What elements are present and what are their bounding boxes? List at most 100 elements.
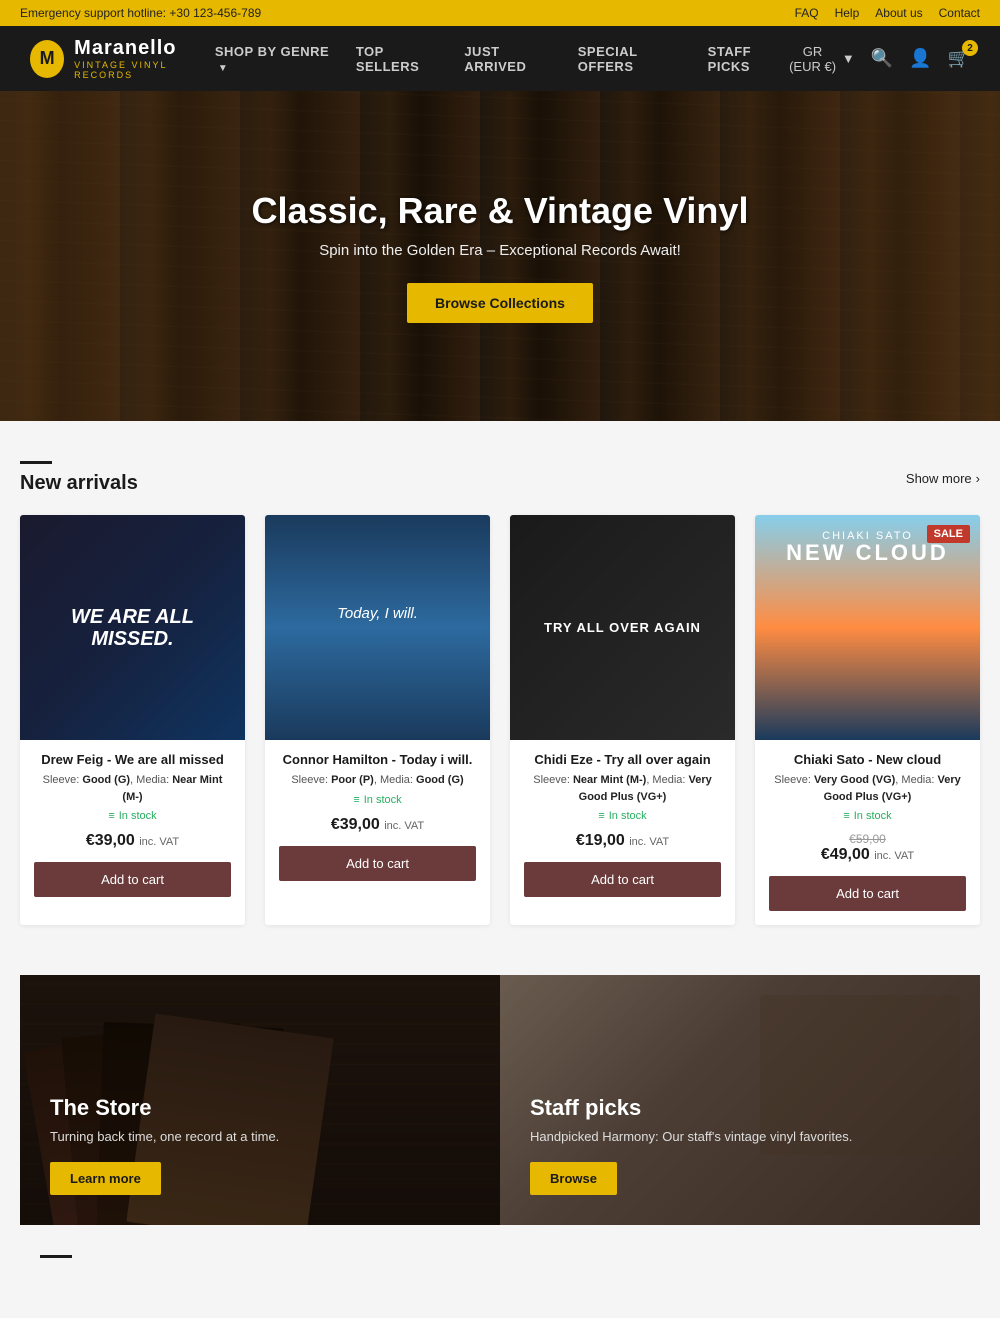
section-title: New arrivals (20, 472, 138, 495)
topbar-about[interactable]: About us (875, 6, 922, 20)
topbar: Emergency support hotline: +30 123-456-7… (0, 0, 1000, 26)
price-area: €39,00 inc. VAT (279, 816, 476, 834)
chevron-down-icon: ▼ (842, 51, 855, 66)
art-background-3: TRY ALL OVER AGAIN (510, 515, 735, 740)
nav-special-offers[interactable]: SPECIAL OFFERS (578, 44, 684, 74)
nav-just-arrived[interactable]: JUST ARRIVED (464, 44, 553, 74)
product-image: WE ARE ALL MISSED. (20, 515, 245, 740)
footer-spacer (20, 1258, 980, 1318)
product-card: TRY ALL OVER AGAIN Chidi Eze - Try all o… (510, 515, 735, 925)
list-icon: ≡ (598, 810, 604, 822)
price-current: €39,00 (86, 832, 135, 849)
price-vat: inc. VAT (874, 850, 914, 862)
in-stock-badge: ≡ In stock (524, 810, 721, 822)
product-info-4: Chiaki Sato - New cloud Sleeve: Very Goo… (755, 740, 980, 925)
staff-picks-subtitle: Handpicked Harmony: Our staff's vintage … (530, 1129, 950, 1144)
account-icon[interactable]: 👤 (909, 48, 931, 69)
header: M Maranello VINTAGE VINYL RECORDS SHOP B… (0, 26, 1000, 91)
logo-area: M Maranello VINTAGE VINYL RECORDS (30, 37, 215, 80)
browse-collections-button[interactable]: Browse Collections (407, 283, 593, 323)
price-old: €59,00 (769, 832, 966, 846)
product-name: Connor Hamilton - Today i will. (279, 752, 476, 767)
chevron-right-icon: › (976, 471, 980, 486)
product-name: Drew Feig - We are all missed (34, 752, 231, 767)
art-background-1: WE ARE ALL MISSED. (20, 515, 245, 740)
add-to-cart-button[interactable]: Add to cart (769, 876, 966, 911)
topbar-help[interactable]: Help (835, 6, 860, 20)
staff-picks-title: Staff picks (530, 1095, 950, 1121)
staff-picks-banner-content: Staff picks Handpicked Harmony: Our staf… (530, 1095, 950, 1195)
brand-name: Maranello (74, 37, 176, 59)
logo-text: Maranello VINTAGE VINYL RECORDS (74, 37, 215, 80)
price-area: €19,00 inc. VAT (524, 832, 721, 850)
search-icon[interactable]: 🔍 (871, 48, 893, 69)
hero-section: Classic, Rare & Vintage Vinyl Spin into … (0, 91, 1000, 421)
product-info-3: Chidi Eze - Try all over again Sleeve: N… (510, 740, 735, 911)
price-area: €59,00 €49,00 inc. VAT (769, 832, 966, 864)
in-stock-badge: ≡ In stock (34, 810, 231, 822)
dropdown-arrow-icon: ▼ (218, 63, 228, 74)
list-icon: ≡ (353, 794, 359, 806)
topbar-faq[interactable]: FAQ (795, 6, 819, 20)
cart-wrapper: 🛒 2 (948, 48, 970, 69)
nav-shop-genre[interactable]: SHOP BY GENRE ▼ (215, 44, 332, 74)
topbar-links: FAQ Help About us Contact (795, 6, 980, 20)
section-divider (20, 461, 52, 464)
nav-staff-picks[interactable]: STAFF PICKS (708, 44, 788, 74)
product-image: Today, I will. (265, 515, 490, 740)
price-vat: inc. VAT (139, 836, 179, 848)
album-art-4: CHIAKI SATO NEW CLOUD (755, 515, 980, 740)
price-vat: inc. VAT (384, 820, 424, 832)
album-art-1: WE ARE ALL MISSED. (20, 515, 245, 740)
product-image: SALE CHIAKI SATO NEW CLOUD (755, 515, 980, 740)
store-learn-more-button[interactable]: Learn more (50, 1162, 161, 1195)
art-background-4: CHIAKI SATO NEW CLOUD (755, 515, 980, 740)
main-content: New arrivals Show more › WE ARE ALL MISS… (0, 421, 1000, 1318)
product-card: WE ARE ALL MISSED. Drew Feig - We are al… (20, 515, 245, 925)
add-to-cart-button[interactable]: Add to cart (34, 862, 231, 897)
product-grid: WE ARE ALL MISSED. Drew Feig - We are al… (20, 515, 980, 925)
banner-section: The Store Turning back time, one record … (20, 975, 980, 1225)
staff-picks-browse-button[interactable]: Browse (530, 1162, 617, 1195)
price-current: €19,00 (576, 832, 625, 849)
topbar-contact[interactable]: Contact (939, 6, 980, 20)
product-meta: Sleeve: Near Mint (M-), Media: Very Good… (524, 772, 721, 805)
price-current: €49,00 (821, 846, 870, 863)
brand-sub: VINTAGE VINYL RECORDS (74, 60, 215, 80)
currency-selector[interactable]: GR (EUR €) ▼ (787, 44, 854, 74)
header-right: GR (EUR €) ▼ 🔍 👤 🛒 2 (787, 44, 970, 74)
show-more-link[interactable]: Show more › (906, 471, 980, 486)
store-banner-title: The Store (50, 1095, 470, 1121)
add-to-cart-button[interactable]: Add to cart (279, 846, 476, 881)
album-art-2: Today, I will. (265, 515, 490, 740)
list-icon: ≡ (108, 810, 114, 822)
new-arrivals-section: New arrivals Show more › WE ARE ALL MISS… (20, 421, 980, 955)
hero-title: Classic, Rare & Vintage Vinyl (252, 190, 749, 232)
in-stock-badge: ≡ In stock (769, 810, 966, 822)
store-banner-subtitle: Turning back time, one record at a time. (50, 1129, 470, 1144)
price-current: €39,00 (331, 816, 380, 833)
album-art-3: TRY ALL OVER AGAIN (510, 515, 735, 740)
price-vat: inc. VAT (629, 836, 669, 848)
product-card: Today, I will. Connor Hamilton - Today i… (265, 515, 490, 925)
in-stock-badge: ≡ In stock (279, 794, 476, 806)
product-card: SALE CHIAKI SATO NEW CLOUD Chiaki Sato -… (755, 515, 980, 925)
store-banner-content: The Store Turning back time, one record … (50, 1095, 470, 1195)
main-nav: SHOP BY GENRE ▼ TOP SELLERS JUST ARRIVED… (215, 44, 787, 74)
staff-picks-banner: Staff picks Handpicked Harmony: Our staf… (500, 975, 980, 1225)
product-info-1: Drew Feig - We are all missed Sleeve: Go… (20, 740, 245, 911)
nav-top-sellers[interactable]: TOP SELLERS (356, 44, 441, 74)
product-meta: Sleeve: Very Good (VG), Media: Very Good… (769, 772, 966, 805)
list-icon: ≡ (843, 810, 849, 822)
price-area: €39,00 inc. VAT (34, 832, 231, 850)
product-name: Chiaki Sato - New cloud (769, 752, 966, 767)
cart-badge: 2 (962, 40, 978, 56)
product-name: Chidi Eze - Try all over again (524, 752, 721, 767)
store-banner: The Store Turning back time, one record … (20, 975, 500, 1225)
add-to-cart-button[interactable]: Add to cart (524, 862, 721, 897)
sale-badge: SALE (927, 525, 970, 543)
product-image: TRY ALL OVER AGAIN (510, 515, 735, 740)
product-info-2: Connor Hamilton - Today i will. Sleeve: … (265, 740, 490, 895)
hero-subtitle: Spin into the Golden Era – Exceptional R… (252, 242, 749, 259)
support-text: Emergency support hotline: +30 123-456-7… (20, 6, 261, 20)
